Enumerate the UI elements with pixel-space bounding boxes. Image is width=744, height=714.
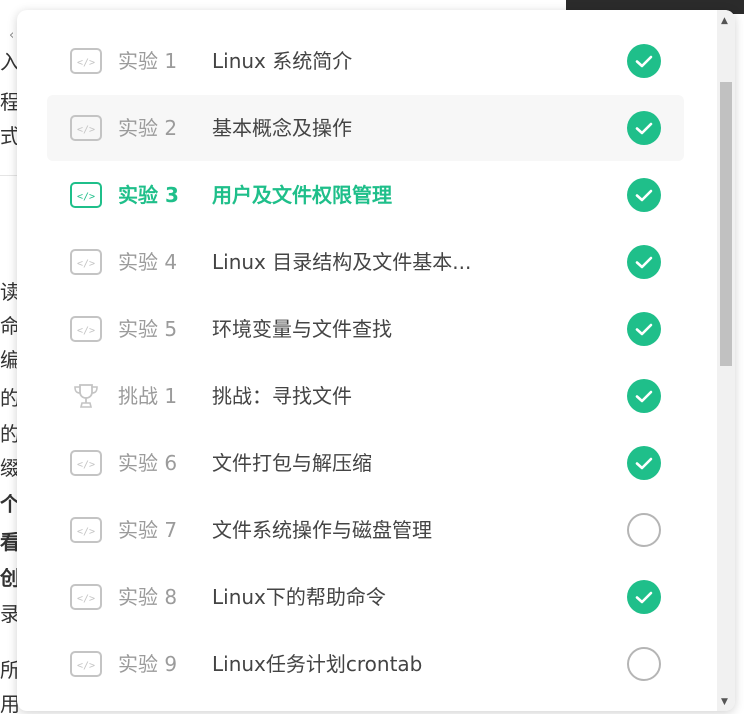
lesson-number: 实验 1 [118, 49, 178, 73]
check-circle-icon [627, 178, 661, 212]
lesson-number: 实验 8 [118, 585, 178, 609]
lesson-number: 实验 2 [118, 116, 178, 140]
lesson-title: Linux 目录结构及文件基本... [212, 250, 472, 274]
lesson-title: Linux下的帮助命令 [212, 585, 386, 609]
lesson-number: 实验 9 [118, 652, 178, 676]
lesson-title: Linux任务计划crontab [212, 652, 423, 676]
lesson-row[interactable]: </> 实验 4 Linux 目录结构及文件基本... [47, 229, 684, 295]
scroll-up-arrow-icon[interactable]: ▲ [721, 16, 728, 26]
check-circle-icon [627, 111, 661, 145]
lesson-title: 用户及文件权限管理 [212, 183, 392, 207]
check-circle-icon [627, 446, 661, 480]
check-circle-icon [627, 379, 661, 413]
code-icon: </> [70, 48, 102, 74]
check-circle-icon [627, 245, 661, 279]
scrollbar[interactable]: ▲ ▼ [717, 10, 735, 711]
scrollbar-thumb[interactable] [720, 82, 732, 366]
lesson-title: 挑战：寻找文件 [212, 384, 352, 408]
check-circle-icon [627, 312, 661, 346]
svg-text:</>: </> [77, 192, 95, 203]
empty-circle-icon [627, 513, 661, 547]
code-icon: </> [70, 316, 102, 342]
lesson-row[interactable]: 挑战 1 挑战：寻找文件 [47, 363, 684, 429]
code-icon: </> [70, 584, 102, 610]
lesson-row[interactable]: </> 实验 5 环境变量与文件查找 [47, 296, 684, 362]
code-icon: </> [70, 249, 102, 275]
lesson-row[interactable]: </> 实验 9 Linux任务计划crontab [47, 631, 684, 697]
lesson-title: 文件打包与解压缩 [212, 451, 372, 475]
lesson-number: 挑战 1 [118, 384, 178, 408]
svg-text:</>: </> [77, 594, 95, 605]
svg-text:</>: </> [77, 661, 95, 672]
svg-text:</>: </> [77, 527, 95, 538]
lesson-number: 实验 6 [118, 451, 178, 475]
svg-text:</>: </> [77, 125, 95, 136]
svg-text:</>: </> [77, 326, 95, 337]
scroll-down-arrow-icon[interactable]: ▼ [721, 697, 728, 707]
code-icon: </> [70, 450, 102, 476]
code-icon: </> [70, 517, 102, 543]
code-icon: </> [70, 182, 102, 208]
lesson-number: 实验 7 [118, 518, 178, 542]
empty-circle-icon [627, 647, 661, 681]
lesson-row[interactable]: </> 实验 8 Linux下的帮助命令 [47, 564, 684, 630]
check-circle-icon [627, 44, 661, 78]
code-icon: </> [70, 115, 102, 141]
lesson-title: 环境变量与文件查找 [212, 317, 392, 341]
lesson-title: Linux 系统简介 [212, 49, 353, 73]
check-circle-icon [627, 580, 661, 614]
lesson-number: 实验 5 [118, 317, 178, 341]
lesson-row[interactable]: </> 实验 1 Linux 系统简介 [47, 28, 684, 94]
lesson-row[interactable]: </> 实验 2 基本概念及操作 [47, 95, 684, 161]
svg-text:</>: </> [77, 460, 95, 471]
lesson-list-popup: </> 实验 1 Linux 系统简介 </> 实验 2 基本概念及操作 </> 实… [17, 10, 735, 711]
trophy-icon [70, 383, 102, 409]
lesson-title: 基本概念及操作 [212, 116, 352, 140]
code-icon: </> [70, 651, 102, 677]
lesson-row[interactable]: </> 实验 7 文件系统操作与磁盘管理 [47, 497, 684, 563]
svg-text:</>: </> [77, 58, 95, 69]
lesson-row[interactable]: </> 实验 6 文件打包与解压缩 [47, 430, 684, 496]
svg-text:</>: </> [77, 259, 95, 270]
lesson-title: 文件系统操作与磁盘管理 [212, 518, 432, 542]
lesson-number: 实验 3 [118, 183, 179, 207]
chevron-left-icon[interactable]: ‹ [9, 28, 14, 43]
lesson-number: 实验 4 [118, 250, 178, 274]
lesson-row[interactable]: </> 实验 3 用户及文件权限管理 [47, 162, 684, 228]
